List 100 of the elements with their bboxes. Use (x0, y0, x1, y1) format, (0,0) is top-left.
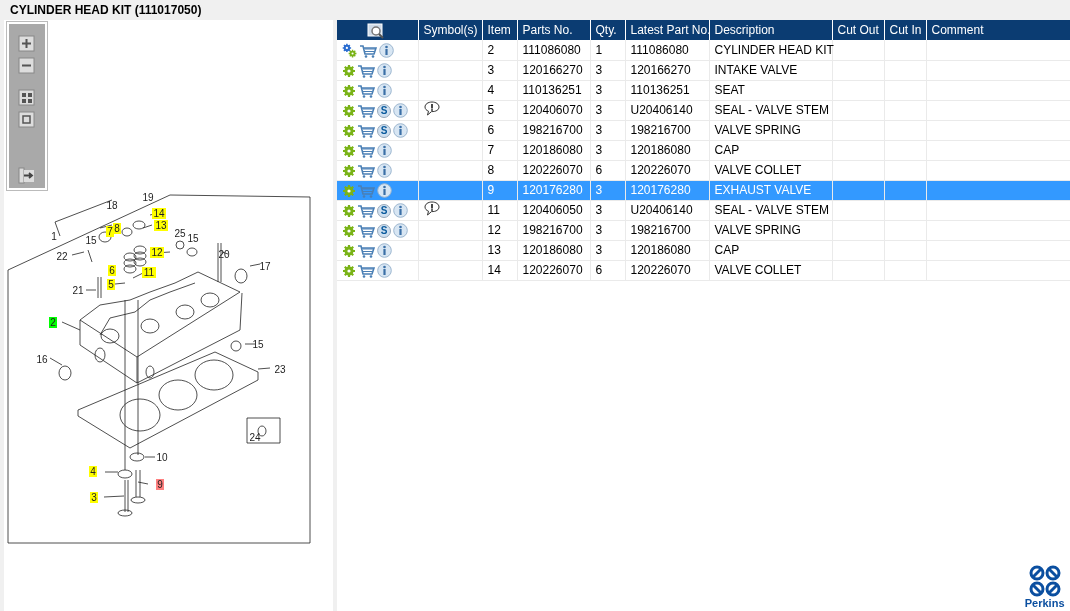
parts-row[interactable]: 4 110136251 3 110136251 SEAT (337, 80, 1070, 100)
column-header[interactable]: Cut In (884, 20, 926, 40)
cart-icon[interactable] (358, 163, 375, 178)
info-icon[interactable] (377, 183, 392, 199)
cart-icon[interactable] (358, 203, 375, 218)
gear-icon[interactable] (342, 143, 356, 158)
supersession-icon[interactable]: S (377, 103, 391, 118)
gear-icon[interactable] (342, 243, 356, 258)
export-list-icon[interactable] (18, 166, 36, 184)
callout-label[interactable]: 13 (154, 220, 168, 231)
search-icon[interactable] (367, 22, 386, 39)
table-cell: 198216700 (522, 223, 583, 237)
parts-row[interactable]: 2 111086080 1 111086080 CYLINDER HEAD KIT (337, 40, 1070, 60)
column-header[interactable]: Parts No. (517, 20, 590, 40)
parts-row[interactable]: S 12 198216700 3 198216700 VALVE SPRING (337, 220, 1070, 240)
parts-row[interactable]: S 6 198216700 3 198216700 VALVE SPRING (337, 120, 1070, 140)
info-icon[interactable] (377, 143, 392, 159)
zoom-out-icon[interactable] (18, 56, 36, 74)
table-cell: 5 (487, 103, 495, 117)
cart-icon[interactable] (358, 263, 375, 278)
table-cell: 6 (595, 263, 603, 277)
parts-row[interactable]: S 5 120406070 3 U20406140 SEAL - VALVE STEM (337, 100, 1070, 120)
info-icon[interactable] (393, 223, 408, 239)
supersession-icon[interactable]: S (377, 223, 391, 238)
callout-label[interactable]: 2 (49, 317, 57, 328)
column-header[interactable]: Latest Part No. (625, 20, 709, 40)
gears-icon[interactable] (342, 43, 358, 59)
actual-size-icon[interactable] (18, 110, 36, 128)
gear-icon[interactable] (342, 163, 356, 178)
callout-label[interactable]: 17 (259, 261, 271, 272)
info-icon[interactable] (377, 263, 392, 279)
column-header[interactable]: Comment (926, 20, 1070, 40)
gear-icon[interactable] (342, 223, 356, 238)
callout-label[interactable]: 15 (252, 339, 264, 350)
callout-label[interactable]: 3 (90, 492, 98, 503)
callout-label[interactable]: 16 (36, 354, 48, 365)
table-cell: U20406140 (630, 103, 693, 117)
gear-icon[interactable] (342, 203, 356, 218)
parts-row[interactable]: 8 120226070 6 120226070 VALVE COLLET (337, 160, 1070, 180)
brand-name: Perkins (1024, 597, 1065, 609)
callout-label[interactable]: 21 (72, 285, 84, 296)
cart-icon[interactable] (358, 123, 375, 138)
cart-icon[interactable] (358, 223, 375, 238)
callout-label[interactable]: 22 (56, 251, 68, 262)
cart-icon[interactable] (358, 63, 375, 78)
callout-label[interactable]: 19 (142, 192, 154, 203)
info-icon[interactable] (377, 163, 392, 179)
parts-row[interactable]: S 11 120406050 3 U20406140 SEAL - VALVE STEM (337, 200, 1070, 220)
parts-row[interactable]: 3 120166270 3 120166270 INTAKE VALVE (337, 60, 1070, 80)
cart-icon[interactable] (358, 83, 375, 98)
parts-row[interactable]: 14 120226070 6 120226070 VALVE COLLET (337, 260, 1070, 280)
supersession-icon[interactable]: S (377, 123, 391, 138)
callout-label[interactable]: 6 (108, 265, 116, 276)
column-header[interactable]: Cut Out (832, 20, 884, 40)
callout-label[interactable]: 15 (187, 233, 199, 244)
info-icon[interactable] (377, 243, 392, 259)
callout-label[interactable]: 18 (106, 200, 118, 211)
fit-grid-icon[interactable] (18, 88, 36, 106)
gear-icon[interactable] (342, 123, 356, 138)
info-icon[interactable] (393, 103, 408, 119)
callout-label[interactable]: 15 (85, 235, 97, 246)
column-header[interactable]: Item (482, 20, 517, 40)
parts-row[interactable]: 13 120186080 3 120186080 CAP (337, 240, 1070, 260)
callout-label[interactable]: 1 (51, 231, 57, 242)
column-header[interactable]: Qty. (590, 20, 625, 40)
supersession-icon[interactable]: S (377, 203, 391, 218)
gear-icon[interactable] (342, 263, 356, 278)
callout-label[interactable]: 12 (150, 247, 164, 258)
cart-icon[interactable] (360, 43, 377, 58)
info-icon[interactable] (393, 123, 408, 139)
table-cell: 3 (595, 123, 603, 137)
table-cell: 8 (487, 163, 495, 177)
callout-label[interactable]: 5 (107, 279, 115, 290)
callout-label[interactable]: 25 (174, 228, 186, 239)
info-icon[interactable] (377, 83, 392, 99)
column-header[interactable]: Symbol(s) (418, 20, 482, 40)
callout-label[interactable]: 23 (274, 364, 286, 375)
gear-icon[interactable] (342, 63, 356, 78)
table-cell: 198216700 (630, 223, 691, 237)
cart-icon[interactable] (358, 143, 375, 158)
info-icon[interactable] (377, 63, 392, 79)
callout-label[interactable]: 9 (156, 479, 164, 490)
callout-label[interactable]: 24 (249, 432, 261, 443)
cart-icon[interactable] (358, 103, 375, 118)
table-cell: 120226070 (522, 263, 583, 277)
parts-row[interactable]: 7 120186080 3 120186080 CAP (337, 140, 1070, 160)
gear-icon[interactable] (342, 103, 356, 118)
callout-label[interactable]: 10 (156, 452, 168, 463)
gear-icon[interactable] (342, 83, 356, 98)
callout-label[interactable]: 20 (218, 249, 230, 260)
callout-label[interactable]: 11 (142, 267, 156, 278)
info-icon[interactable] (379, 43, 394, 59)
zoom-in-icon[interactable] (18, 34, 36, 52)
callout-label[interactable]: 14 (152, 208, 166, 219)
column-header[interactable]: Description (709, 20, 832, 40)
table-cell: U20406140 (630, 203, 693, 217)
cart-icon[interactable] (358, 243, 375, 258)
info-icon[interactable] (393, 203, 408, 219)
callout-label[interactable]: 8 (113, 223, 121, 234)
callout-label[interactable]: 4 (89, 466, 97, 477)
